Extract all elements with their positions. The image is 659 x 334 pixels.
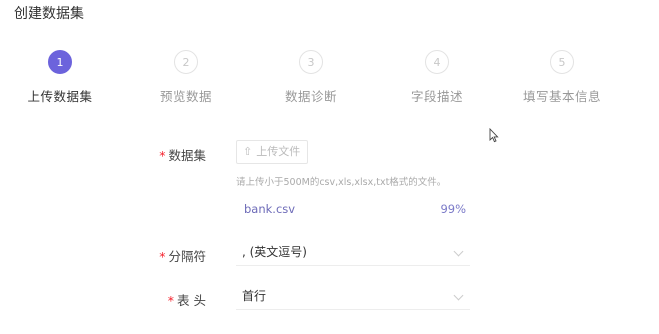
mouse-cursor-icon — [489, 128, 499, 143]
step-2[interactable]: 2 预览数据 — [126, 50, 246, 105]
header-value: 首行 — [242, 289, 267, 303]
upload-progress: 99% — [440, 202, 466, 216]
header-label: * 表 头 — [150, 290, 206, 309]
step-number: 5 — [550, 50, 574, 74]
step-number: 2 — [174, 50, 198, 74]
chevron-down-icon — [453, 290, 464, 301]
step-number: 4 — [425, 50, 449, 74]
step-number: 1 — [48, 50, 72, 74]
delimiter-select[interactable]: , (英文逗号) — [236, 240, 470, 266]
dataset-label-text: 数据集 — [168, 148, 206, 163]
step-label: 数据诊断 — [284, 89, 337, 104]
step-1[interactable]: 1 上传数据集 — [0, 50, 120, 105]
delimiter-label-text: 分隔符 — [168, 249, 206, 264]
required-mark: * — [159, 249, 166, 264]
step-4[interactable]: 4 字段描述 — [377, 50, 497, 105]
upload-icon: ⇧ — [243, 145, 253, 158]
step-5[interactable]: 5 填写基本信息 — [502, 50, 622, 105]
delimiter-value: , (英文逗号) — [242, 245, 307, 259]
upload-file-button[interactable]: ⇧ 上传文件 — [236, 140, 308, 164]
file-name[interactable]: bank.csv — [244, 202, 295, 216]
page-title: 创建数据集 — [14, 6, 84, 22]
upload-button-label: 上传文件 — [256, 145, 301, 158]
step-label: 字段描述 — [410, 89, 463, 104]
chevron-down-icon — [453, 246, 464, 257]
step-number: 3 — [299, 50, 323, 74]
step-3[interactable]: 3 数据诊断 — [251, 50, 371, 105]
step-label: 上传数据集 — [27, 89, 93, 104]
upload-hint: 请上传小于500M的csv,xls,xlsx,txt格式的文件。 — [236, 177, 447, 188]
delimiter-label: * 分隔符 — [150, 246, 206, 265]
step-label: 预览数据 — [159, 89, 212, 104]
step-label: 填写基本信息 — [522, 89, 601, 104]
dataset-label: * 数据集 — [150, 145, 206, 164]
header-label-text: 表 头 — [177, 293, 206, 308]
required-mark: * — [167, 293, 175, 308]
header-select[interactable]: 首行 — [236, 284, 470, 310]
required-mark: * — [159, 148, 166, 163]
